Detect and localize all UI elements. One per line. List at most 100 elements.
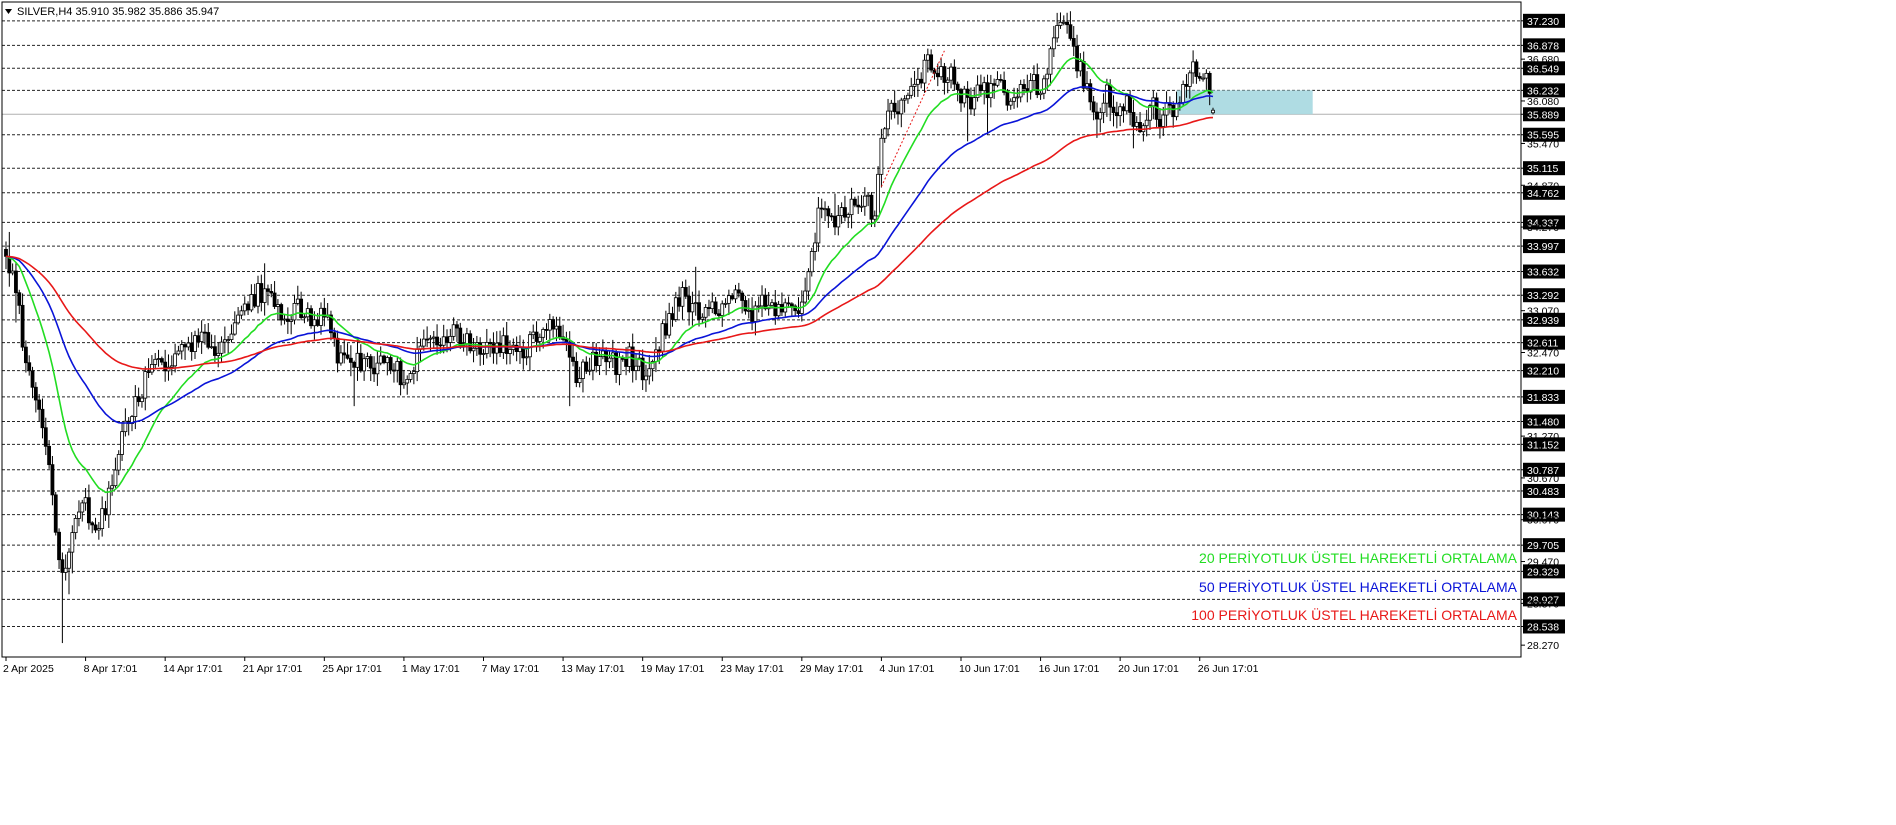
- plot-background: [0, 0, 1896, 820]
- candle-body: [809, 251, 814, 273]
- candle-body: [939, 66, 943, 78]
- candle-body: [899, 99, 904, 115]
- candle-body: [425, 338, 430, 341]
- candle-body: [50, 464, 55, 496]
- candle-body: [458, 327, 463, 346]
- candle-body: [348, 357, 353, 363]
- price-tick-label: 36.080: [1527, 96, 1559, 108]
- candle-body: [285, 318, 290, 322]
- candle-body: [239, 310, 244, 316]
- candle-body: [372, 367, 376, 375]
- price-chart[interactable]: 37.23036.87836.68036.54936.23236.08035.8…: [0, 0, 1896, 820]
- candle-body: [892, 102, 897, 113]
- candle-body: [683, 287, 688, 297]
- candle-body: [823, 208, 827, 211]
- candle-body: [236, 314, 241, 324]
- candle-body: [1061, 21, 1066, 24]
- candle-body: [289, 319, 294, 322]
- candle-body: [773, 302, 778, 317]
- candle-body: [1181, 84, 1186, 104]
- candle-body: [159, 358, 164, 363]
- chart-window[interactable]: 37.23036.87836.68036.54936.23236.08035.8…: [0, 0, 1896, 820]
- candle-body: [703, 307, 708, 318]
- candle-body: [272, 292, 277, 307]
- candle-body: [100, 508, 105, 529]
- candle-body: [660, 323, 665, 352]
- candle-body: [70, 532, 75, 553]
- candle-body: [302, 316, 307, 319]
- candle-body: [232, 322, 237, 335]
- candle-body: [1171, 104, 1176, 118]
- candle-body: [153, 358, 158, 365]
- candle-body: [269, 291, 274, 294]
- candle-body: [746, 309, 751, 312]
- candle-body: [1035, 74, 1040, 96]
- candle-body: [163, 361, 168, 372]
- candle-body: [143, 371, 148, 399]
- candle-body: [116, 454, 121, 471]
- candle-body: [584, 361, 589, 372]
- candle-body: [862, 195, 867, 207]
- candle-body: [259, 283, 264, 303]
- current-price-label: 35.889: [1527, 109, 1559, 121]
- time-tick-label: 19 May 17:01: [641, 663, 705, 675]
- candle-body: [617, 357, 622, 375]
- candle-body: [945, 79, 950, 83]
- candle-body: [465, 333, 469, 344]
- level-price-label: 29.329: [1527, 566, 1559, 578]
- candle-body: [736, 289, 741, 294]
- candle-body: [1068, 24, 1073, 39]
- candle-body: [670, 313, 675, 320]
- candle-body: [1048, 48, 1053, 75]
- candle-body: [113, 469, 118, 487]
- candle-body: [1121, 106, 1126, 112]
- candle-body: [206, 332, 211, 348]
- candle-body: [57, 531, 61, 561]
- price-tick-label: 32.470: [1527, 347, 1559, 359]
- candle-body: [1071, 38, 1076, 47]
- candle-body: [203, 331, 207, 334]
- candle-body: [176, 350, 181, 355]
- candle-body: [607, 357, 612, 363]
- highlight-zone: [1176, 90, 1313, 115]
- candle-body: [965, 88, 970, 98]
- candle-body: [710, 301, 715, 309]
- candle-body: [1187, 72, 1192, 87]
- candle-body: [1065, 21, 1069, 26]
- candle-body: [484, 341, 489, 354]
- candle-body: [1101, 102, 1106, 114]
- candle-body: [183, 344, 187, 348]
- candle-body: [312, 319, 317, 327]
- candle-body: [299, 298, 304, 318]
- candle-body: [969, 97, 973, 110]
- candle-body: [14, 270, 18, 294]
- candle-body: [140, 397, 144, 403]
- candle-body: [1108, 84, 1113, 108]
- candle-body: [581, 361, 585, 379]
- candle-body: [839, 207, 844, 217]
- candle-body: [955, 83, 960, 90]
- candle-body: [445, 336, 449, 343]
- price-tick-label: 30.670: [1527, 473, 1559, 485]
- symbol-info: SILVER,H4 35.910 35.982 35.886 35.947: [17, 6, 219, 18]
- candle-body: [242, 303, 247, 312]
- candle-body: [358, 352, 363, 372]
- candle-body: [256, 283, 260, 307]
- candle-body: [647, 368, 652, 377]
- candle-body: [252, 294, 257, 307]
- candle-body: [604, 350, 609, 363]
- candle-body: [1191, 61, 1196, 74]
- candle-body: [451, 324, 456, 337]
- candle-body: [179, 344, 184, 352]
- candle-body: [421, 338, 426, 347]
- time-tick-label: 25 Apr 17:01: [322, 663, 382, 675]
- candle-body: [1211, 109, 1215, 114]
- candle-body: [146, 371, 151, 374]
- candle-body: [282, 318, 287, 321]
- level-price-label: 32.939: [1527, 315, 1559, 327]
- candle-body: [388, 357, 393, 371]
- candle-body: [110, 485, 115, 489]
- time-tick-label: 20 Jun 17:01: [1118, 663, 1179, 675]
- candle: [382, 354, 386, 365]
- candle-body: [756, 305, 761, 308]
